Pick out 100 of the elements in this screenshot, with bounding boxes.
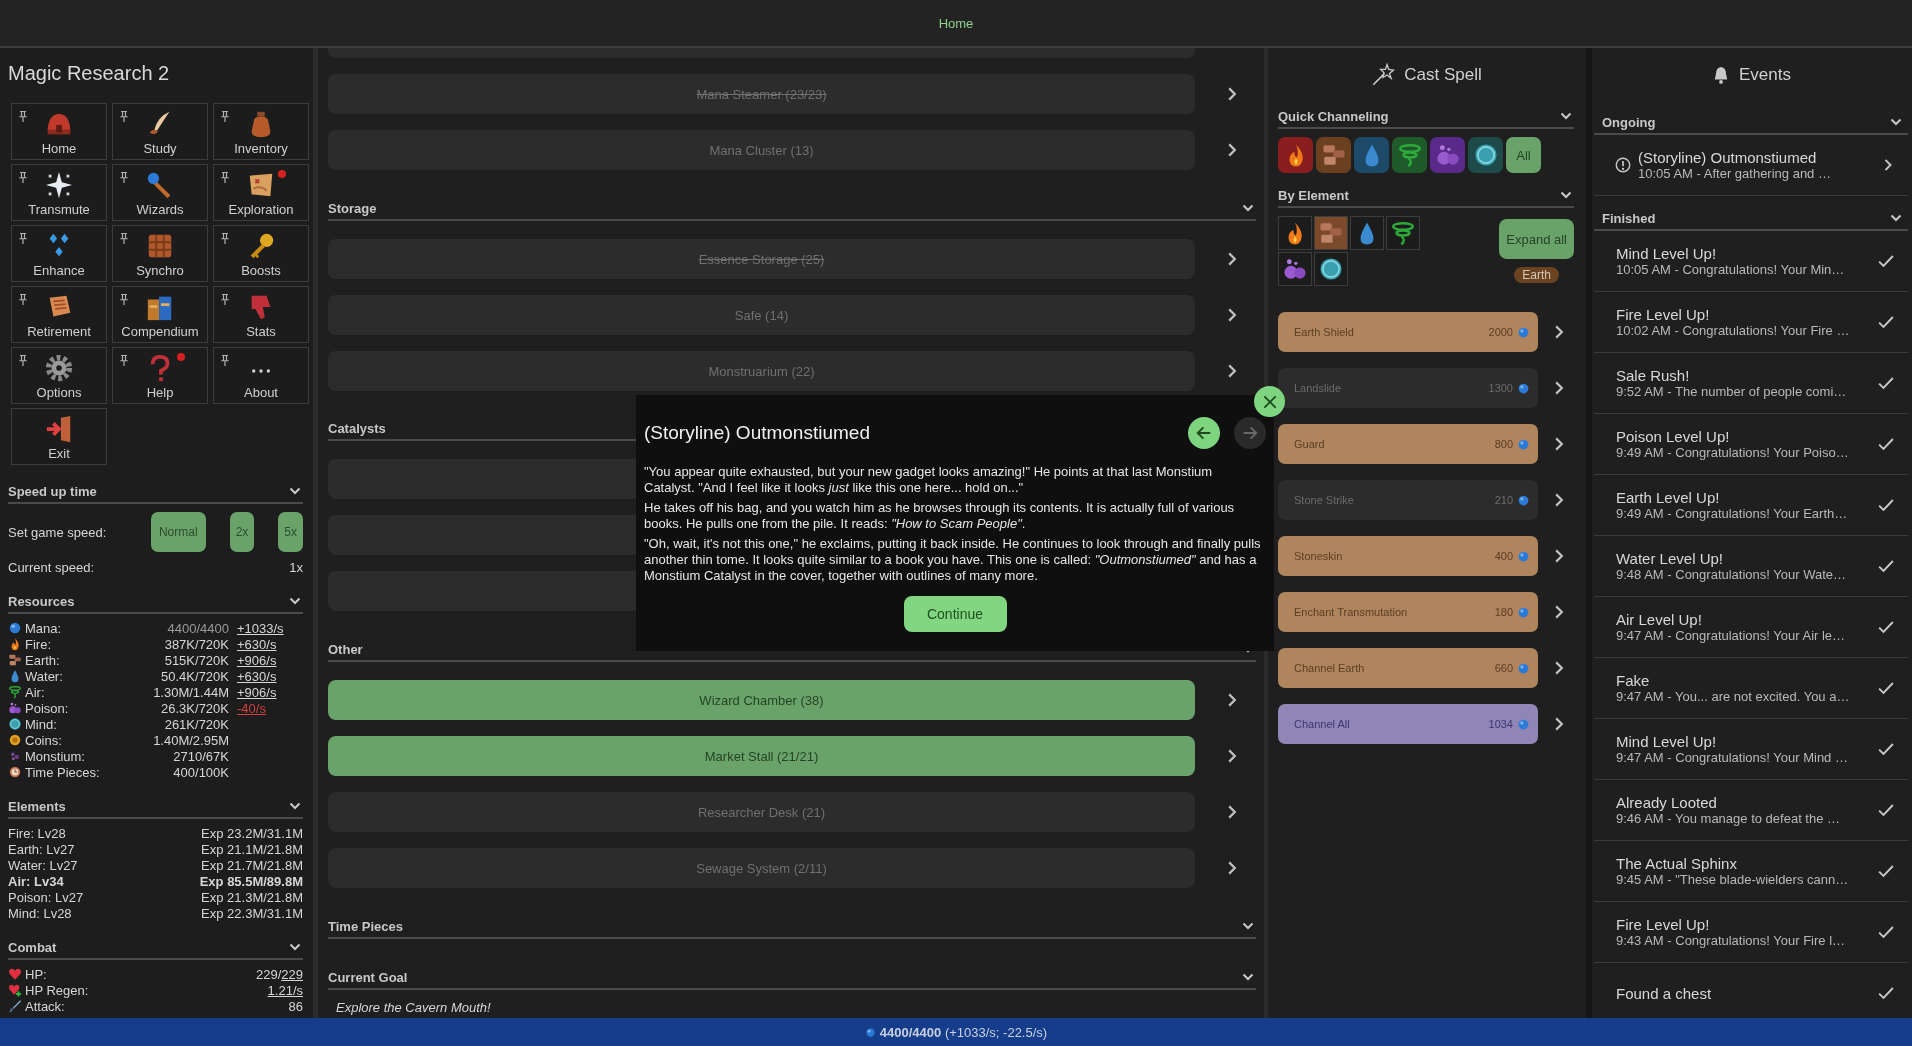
pin-icon[interactable] — [219, 109, 231, 123]
stat-link[interactable]: 229 — [281, 966, 303, 982]
channel-button[interactable] — [1278, 137, 1313, 173]
nav-tile[interactable]: Help — [112, 347, 208, 404]
event-item[interactable]: Fake 9:47 AM - You... are not excited. You a… — [1594, 658, 1908, 719]
element-filter[interactable] — [1278, 216, 1312, 250]
pin-icon[interactable] — [219, 292, 231, 306]
channel-button[interactable] — [1392, 137, 1427, 173]
nav-tile[interactable]: Study — [112, 103, 208, 160]
element-exp: Exp 21.1M/21.8M — [201, 841, 303, 857]
pin-icon[interactable] — [118, 292, 130, 306]
mana-orb-icon — [1517, 325, 1530, 339]
event-item[interactable]: Mind Level Up! 10:05 AM - Congratulations! Your Min… — [1594, 231, 1908, 292]
orb-icon — [1318, 256, 1344, 282]
channel-button[interactable] — [1354, 137, 1389, 173]
sword-icon — [8, 999, 22, 1013]
nav-tile[interactable]: Exit — [11, 408, 107, 465]
pin-icon[interactable] — [118, 170, 130, 184]
pin-icon[interactable] — [118, 353, 130, 367]
section-heading: Other — [328, 641, 363, 657]
pin-icon[interactable] — [17, 109, 29, 123]
pin-icon[interactable] — [219, 231, 231, 245]
event-item[interactable]: Fire Level Up! 9:43 AM - Congratulations! Your Fire l… — [1594, 902, 1908, 963]
section-heading: Resources — [8, 593, 75, 609]
home-tab[interactable]: Home — [930, 11, 982, 35]
pin-icon[interactable] — [219, 170, 231, 184]
resource-amount: 400/100K — [172, 764, 229, 780]
mana-orb-icon — [1517, 493, 1530, 507]
section-heading: Time Pieces — [328, 918, 403, 934]
pin-icon[interactable] — [118, 231, 130, 245]
channel-button[interactable] — [1316, 137, 1351, 173]
event-item[interactable]: Mind Level Up! 9:47 AM - Congratulations! Your Mind … — [1594, 719, 1908, 780]
building-button[interactable]: Market Stall (21/21) — [328, 736, 1195, 776]
rate-link[interactable]: +630/s — [237, 636, 303, 652]
event-item[interactable]: Air Level Up! 9:47 AM - Congratulations! Your Air le… — [1594, 597, 1908, 658]
event-item[interactable]: Earth Level Up! 9:49 AM - Congratulations! Your Earth… — [1594, 475, 1908, 536]
expand-all-button[interactable]: Expand all — [1499, 219, 1574, 259]
spell-cost: 800 — [1494, 438, 1513, 450]
continue-button[interactable]: Continue — [903, 596, 1007, 632]
pin-icon[interactable] — [17, 170, 29, 184]
event-title: Air Level Up! — [1616, 611, 1703, 628]
nav-tile[interactable]: Options — [11, 347, 107, 404]
section-heading: Quick Channeling — [1278, 108, 1389, 124]
element-filter[interactable] — [1386, 216, 1420, 250]
rate-link[interactable]: +906/s — [237, 652, 303, 668]
swirl-icon — [8, 685, 22, 699]
event-title: Fire Level Up! — [1616, 916, 1711, 933]
element-level: Mind: Lv28 — [8, 905, 72, 921]
pin-icon[interactable] — [219, 353, 231, 367]
element-exp: Exp 23.2M/31.1M — [201, 825, 303, 841]
nav-tile[interactable]: Inventory — [213, 103, 309, 160]
spell-name: Stone Strike — [1294, 494, 1355, 506]
nav-tile[interactable]: Enhance — [11, 225, 107, 282]
nav-tile[interactable]: Exploration — [213, 164, 309, 221]
nav-tile[interactable]: About — [213, 347, 309, 404]
resource-amount: 26.3K/720K — [160, 700, 229, 716]
event-title: Water Level Up! — [1616, 550, 1724, 567]
gear-icon — [44, 353, 74, 383]
element-filter[interactable] — [1350, 216, 1384, 250]
nav-tile[interactable]: Synchro — [112, 225, 208, 282]
resource-name: Monstium: — [25, 748, 86, 764]
resource-amount: 515K/720K — [163, 652, 229, 668]
dialog-paragraph: "Oh, wait, it's not this one," he exclaims, putting it back inside. He continues to look through and finally pulls another thin tome. It looks quite similar to a book you have. This one is called: "Outmonstiumed" and has a Monstium Catalyst in the cover, together with outlines of many more. — [644, 536, 1262, 584]
speed-value: 1x — [289, 560, 303, 575]
nav-tile[interactable]: Stats — [213, 286, 309, 343]
event-item[interactable]: The Actual Sphinx 9:45 AM - "These blade-wielders cann… — [1594, 841, 1908, 902]
event-summary: 9:47 AM - You... are not excited. You a… — [1616, 689, 1851, 704]
channel-all-button[interactable]: All — [1506, 137, 1541, 173]
nav-tile[interactable]: Wizards — [112, 164, 208, 221]
event-item[interactable]: (Storyline) Outmonstiumed 10:05 AM - After gathering and … — [1594, 135, 1908, 196]
resource-amount: 261K/720K — [163, 716, 229, 732]
pin-icon[interactable] — [17, 353, 29, 367]
nav-tile[interactable]: Boosts — [213, 225, 309, 282]
nav-tile[interactable]: Retirement — [11, 286, 107, 343]
back-button[interactable] — [1188, 417, 1220, 449]
element-filter[interactable] — [1314, 252, 1348, 286]
event-item[interactable]: Sale Rush! 9:52 AM - The number of people comi… — [1594, 353, 1908, 414]
building-button[interactable]: Wizard Chamber (38) — [328, 680, 1195, 720]
resource-name: Mana: — [25, 620, 63, 636]
event-item[interactable]: Poison Level Up! 9:49 AM - Congratulations! Your Poiso… — [1594, 414, 1908, 475]
nav-tile[interactable]: Compendium — [112, 286, 208, 343]
nav-tile[interactable]: Transmute — [11, 164, 107, 221]
rate-link[interactable]: +630/s — [237, 668, 303, 684]
stat-link[interactable]: 1.21/s — [267, 982, 303, 998]
pin-icon[interactable] — [118, 109, 130, 123]
forward-button[interactable] — [1234, 417, 1266, 449]
mana-orb-icon — [1517, 717, 1530, 731]
event-item[interactable]: Already Looted 9:46 AM - You manage to defeat the … — [1594, 780, 1908, 841]
rate-link[interactable]: -40/s — [237, 700, 303, 716]
rate-link[interactable]: +1033/s — [237, 620, 303, 636]
event-item[interactable]: Water Level Up! 9:48 AM - Congratulations! Your Wate… — [1594, 536, 1908, 597]
pin-icon[interactable] — [17, 292, 29, 306]
pin-icon[interactable] — [17, 231, 29, 245]
close-button[interactable] — [1254, 386, 1285, 417]
channel-button[interactable] — [1468, 137, 1503, 173]
bricks-icon — [8, 653, 22, 667]
event-item[interactable]: Fire Level Up! 10:02 AM - Congratulations! Your Fire … — [1594, 292, 1908, 353]
section-heading: By Element — [1278, 187, 1349, 203]
nav-tile[interactable]: Home — [11, 103, 107, 160]
rate-link[interactable]: +906/s — [237, 684, 303, 700]
